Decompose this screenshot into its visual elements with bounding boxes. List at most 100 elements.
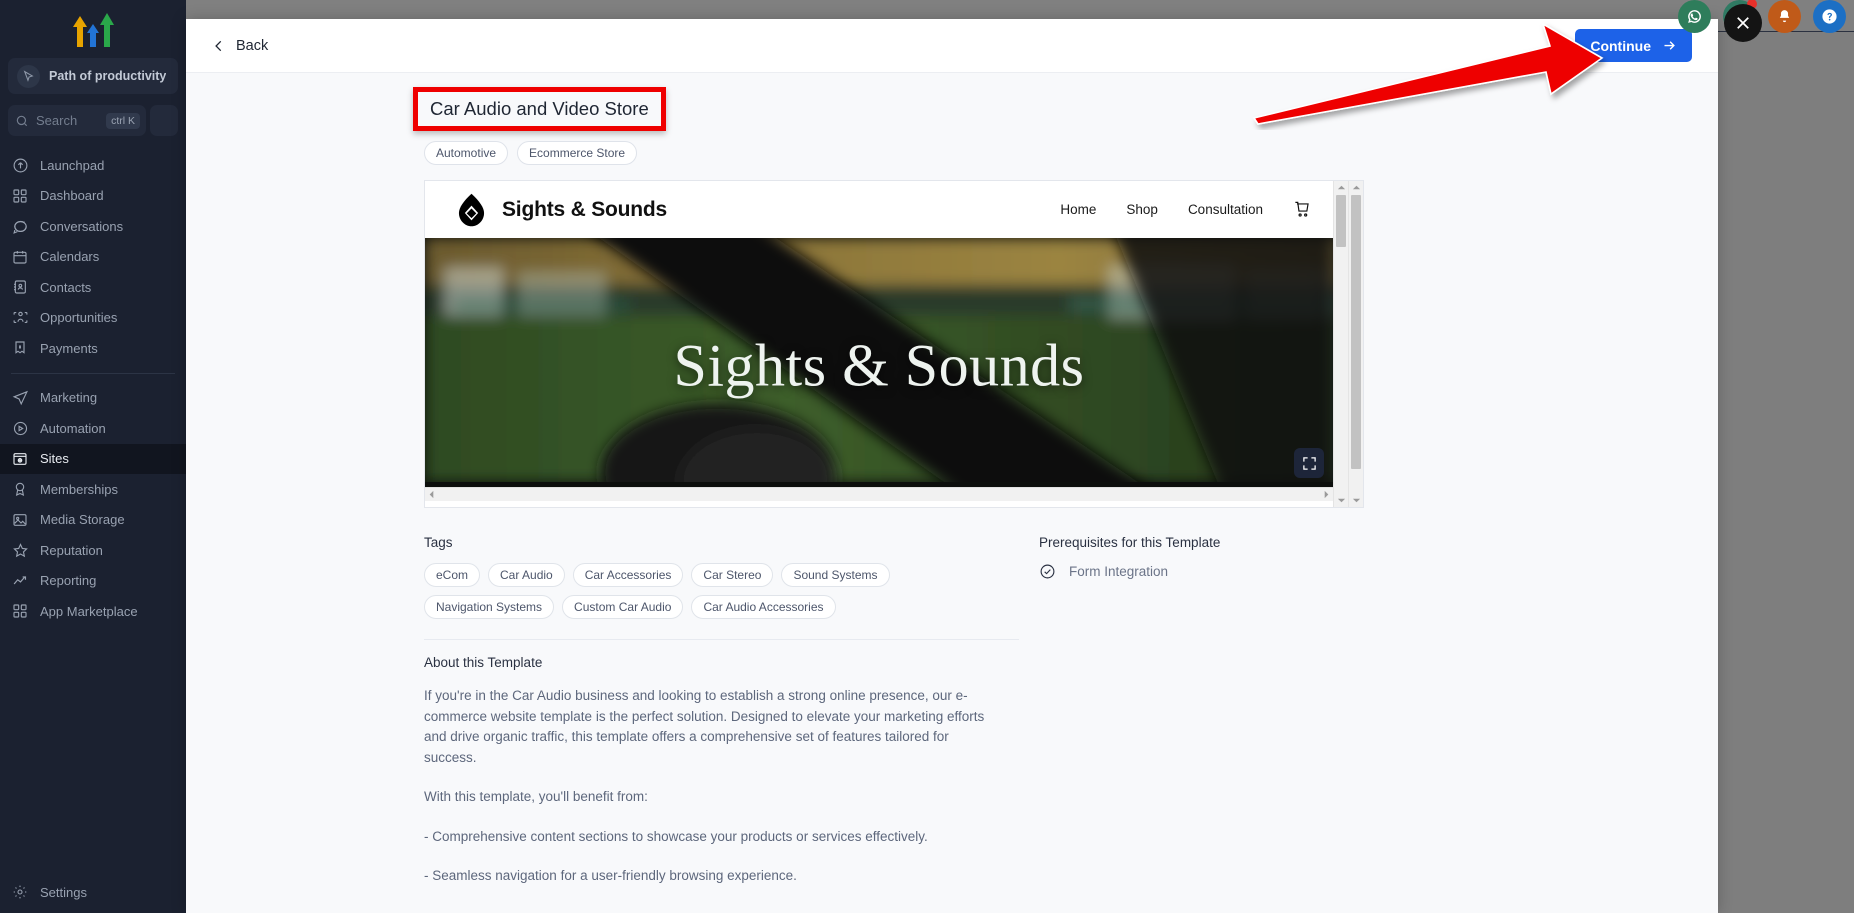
preview-nav-link-shop[interactable]: Shop bbox=[1126, 202, 1158, 217]
search-input[interactable]: Search ctrl K bbox=[8, 105, 146, 136]
about-title: About this Template bbox=[424, 655, 543, 670]
cart-icon[interactable] bbox=[1293, 200, 1312, 219]
tag-item[interactable]: Car Audio bbox=[488, 563, 565, 587]
sidebar-nav: Launchpad Dashboard Conversations Calend… bbox=[0, 150, 186, 913]
sidebar-label: Marketing bbox=[40, 390, 98, 406]
preview-brand: Sights & Sounds bbox=[456, 193, 667, 227]
tags-column: Tags eCom Car Audio Car Accessories Car … bbox=[424, 535, 1019, 906]
scroll-left-arrow-icon[interactable] bbox=[427, 490, 436, 499]
star-icon bbox=[11, 541, 29, 559]
about-paragraph: With this template, you'll benefit from: bbox=[424, 789, 648, 804]
continue-button[interactable]: Continue bbox=[1575, 29, 1692, 62]
tag-item[interactable]: Car Accessories bbox=[572, 563, 684, 587]
sidebar-label: Launchpad bbox=[40, 157, 105, 173]
close-button[interactable] bbox=[1724, 4, 1762, 42]
workspace-switcher[interactable]: Path of productivity bbox=[8, 58, 178, 94]
sidebar-item-marketing[interactable]: Marketing bbox=[0, 383, 186, 414]
contacts-icon bbox=[11, 278, 29, 296]
scroll-up-arrow-icon-2[interactable] bbox=[1352, 183, 1361, 192]
tag-item[interactable]: eCom bbox=[424, 563, 481, 587]
close-icon bbox=[1737, 17, 1749, 29]
preview-nav-link-home[interactable]: Home bbox=[1060, 202, 1096, 217]
tag-item[interactable]: Car Stereo bbox=[691, 563, 774, 587]
workspace-name: Path of productivity bbox=[49, 69, 167, 83]
sidebar-item-memberships[interactable]: Memberships bbox=[0, 474, 186, 505]
prerequisites-title: Prerequisites for this Template bbox=[1039, 535, 1221, 550]
sidebar-search[interactable]: Search ctrl K bbox=[8, 105, 178, 136]
modal-body: Car Audio and Video Store Automotive Eco… bbox=[186, 73, 1718, 913]
continue-label: Continue bbox=[1590, 37, 1651, 54]
search-extra-button[interactable] bbox=[150, 105, 178, 136]
sidebar-item-launchpad[interactable]: Launchpad bbox=[0, 150, 186, 181]
notifications-fab[interactable] bbox=[1768, 0, 1801, 33]
sidebar-item-conversations[interactable]: Conversations bbox=[0, 211, 186, 242]
scroll-right-arrow-icon[interactable] bbox=[1322, 490, 1331, 499]
sidebar-item-contacts[interactable]: Contacts bbox=[0, 272, 186, 303]
chat-icon bbox=[11, 217, 29, 235]
sidebar-item-settings[interactable]: Settings bbox=[0, 875, 186, 909]
tag-item[interactable]: Car Audio Accessories bbox=[691, 595, 836, 619]
sidebar-item-opportunities[interactable]: Opportunities bbox=[0, 303, 186, 334]
tag-item[interactable]: Custom Car Audio bbox=[562, 595, 684, 619]
sidebar-label: Media Storage bbox=[40, 512, 125, 528]
opportunities-icon bbox=[11, 309, 29, 327]
category-chip[interactable]: Ecommerce Store bbox=[517, 141, 638, 165]
sidebar-item-reporting[interactable]: Reporting bbox=[0, 566, 186, 597]
sidebar-label: Conversations bbox=[40, 218, 124, 234]
logo-arrow-yellow bbox=[73, 16, 87, 47]
modal-header: Back Continue bbox=[186, 19, 1718, 73]
prerequisite-item: Form Integration bbox=[1039, 563, 1369, 580]
prerequisite-label: Form Integration bbox=[1069, 564, 1169, 579]
scroll-down-arrow-icon-2[interactable] bbox=[1352, 496, 1361, 505]
sidebar-label: Opportunities bbox=[40, 310, 118, 326]
trend-up-icon bbox=[11, 572, 29, 590]
preview-brand-name: Sights & Sounds bbox=[502, 197, 668, 221]
search-shortcut: ctrl K bbox=[106, 112, 140, 129]
chevron-left-icon bbox=[215, 40, 222, 51]
apps-icon bbox=[11, 602, 29, 620]
details-columns: Tags eCom Car Audio Car Accessories Car … bbox=[424, 535, 1542, 906]
back-label: Back bbox=[236, 37, 269, 54]
sidebar-item-sites[interactable]: Sites bbox=[0, 443, 186, 474]
sidebar-label: Reputation bbox=[40, 542, 103, 558]
preview-horizontal-scrollbar[interactable] bbox=[425, 487, 1333, 501]
template-detail-modal: Back Continue Car Audio and Video Store … bbox=[186, 19, 1718, 913]
floating-action-icons bbox=[1678, 0, 1846, 33]
hscroll-thumb[interactable] bbox=[439, 490, 1319, 499]
sites-icon bbox=[11, 450, 29, 468]
fullscreen-icon[interactable] bbox=[1294, 448, 1324, 478]
about-paragraph: If you're in the Car Audio business and … bbox=[424, 688, 985, 765]
calendar-icon bbox=[11, 248, 29, 266]
search-placeholder: Search bbox=[36, 113, 78, 128]
scroll-down-arrow-icon[interactable] bbox=[1337, 496, 1346, 505]
back-button[interactable]: Back bbox=[212, 38, 268, 54]
preview-inner-vscrollbar[interactable] bbox=[1333, 181, 1348, 507]
vscroll-thumb-inner[interactable] bbox=[1336, 195, 1346, 247]
sidebar-item-dashboard[interactable]: Dashboard bbox=[0, 181, 186, 212]
preview-hero-title: Sights & Sounds bbox=[673, 331, 1085, 398]
sidebar-item-calendars[interactable]: Calendars bbox=[0, 242, 186, 273]
sidebar-item-reputation[interactable]: Reputation bbox=[0, 535, 186, 566]
whatsapp-fab[interactable] bbox=[1678, 0, 1711, 33]
tag-item[interactable]: Navigation Systems bbox=[424, 595, 555, 619]
app-logo[interactable] bbox=[0, 0, 186, 54]
preview-outer-vscrollbar[interactable] bbox=[1348, 181, 1363, 507]
search-icon bbox=[16, 115, 28, 126]
sidebar-item-payments[interactable]: Payments bbox=[0, 333, 186, 364]
category-chip[interactable]: Automotive bbox=[424, 141, 509, 165]
sidebar-item-automation[interactable]: Automation bbox=[0, 413, 186, 444]
preview-nav-link-consultation[interactable]: Consultation bbox=[1188, 202, 1263, 217]
sidebar-item-media-storage[interactable]: Media Storage bbox=[0, 505, 186, 536]
scroll-up-arrow-icon[interactable] bbox=[1337, 183, 1346, 192]
sidebar-label: Payments bbox=[40, 340, 98, 356]
tags-list: eCom Car Audio Car Accessories Car Stere… bbox=[424, 563, 1019, 619]
template-preview: Sights & Sounds Home Shop Consultation S… bbox=[424, 180, 1364, 508]
sidebar-label: App Marketplace bbox=[40, 603, 138, 619]
preview-viewport[interactable]: Sights & Sounds Home Shop Consultation S… bbox=[425, 181, 1333, 507]
sidebar-label: Dashboard bbox=[40, 188, 104, 204]
vscroll-thumb-outer[interactable] bbox=[1351, 195, 1361, 469]
sidebar-item-app-marketplace[interactable]: App Marketplace bbox=[0, 596, 186, 627]
about-paragraph: - Seamless navigation for a user-friendl… bbox=[424, 868, 797, 883]
tag-item[interactable]: Sound Systems bbox=[781, 563, 890, 587]
help-fab[interactable] bbox=[1813, 0, 1846, 33]
